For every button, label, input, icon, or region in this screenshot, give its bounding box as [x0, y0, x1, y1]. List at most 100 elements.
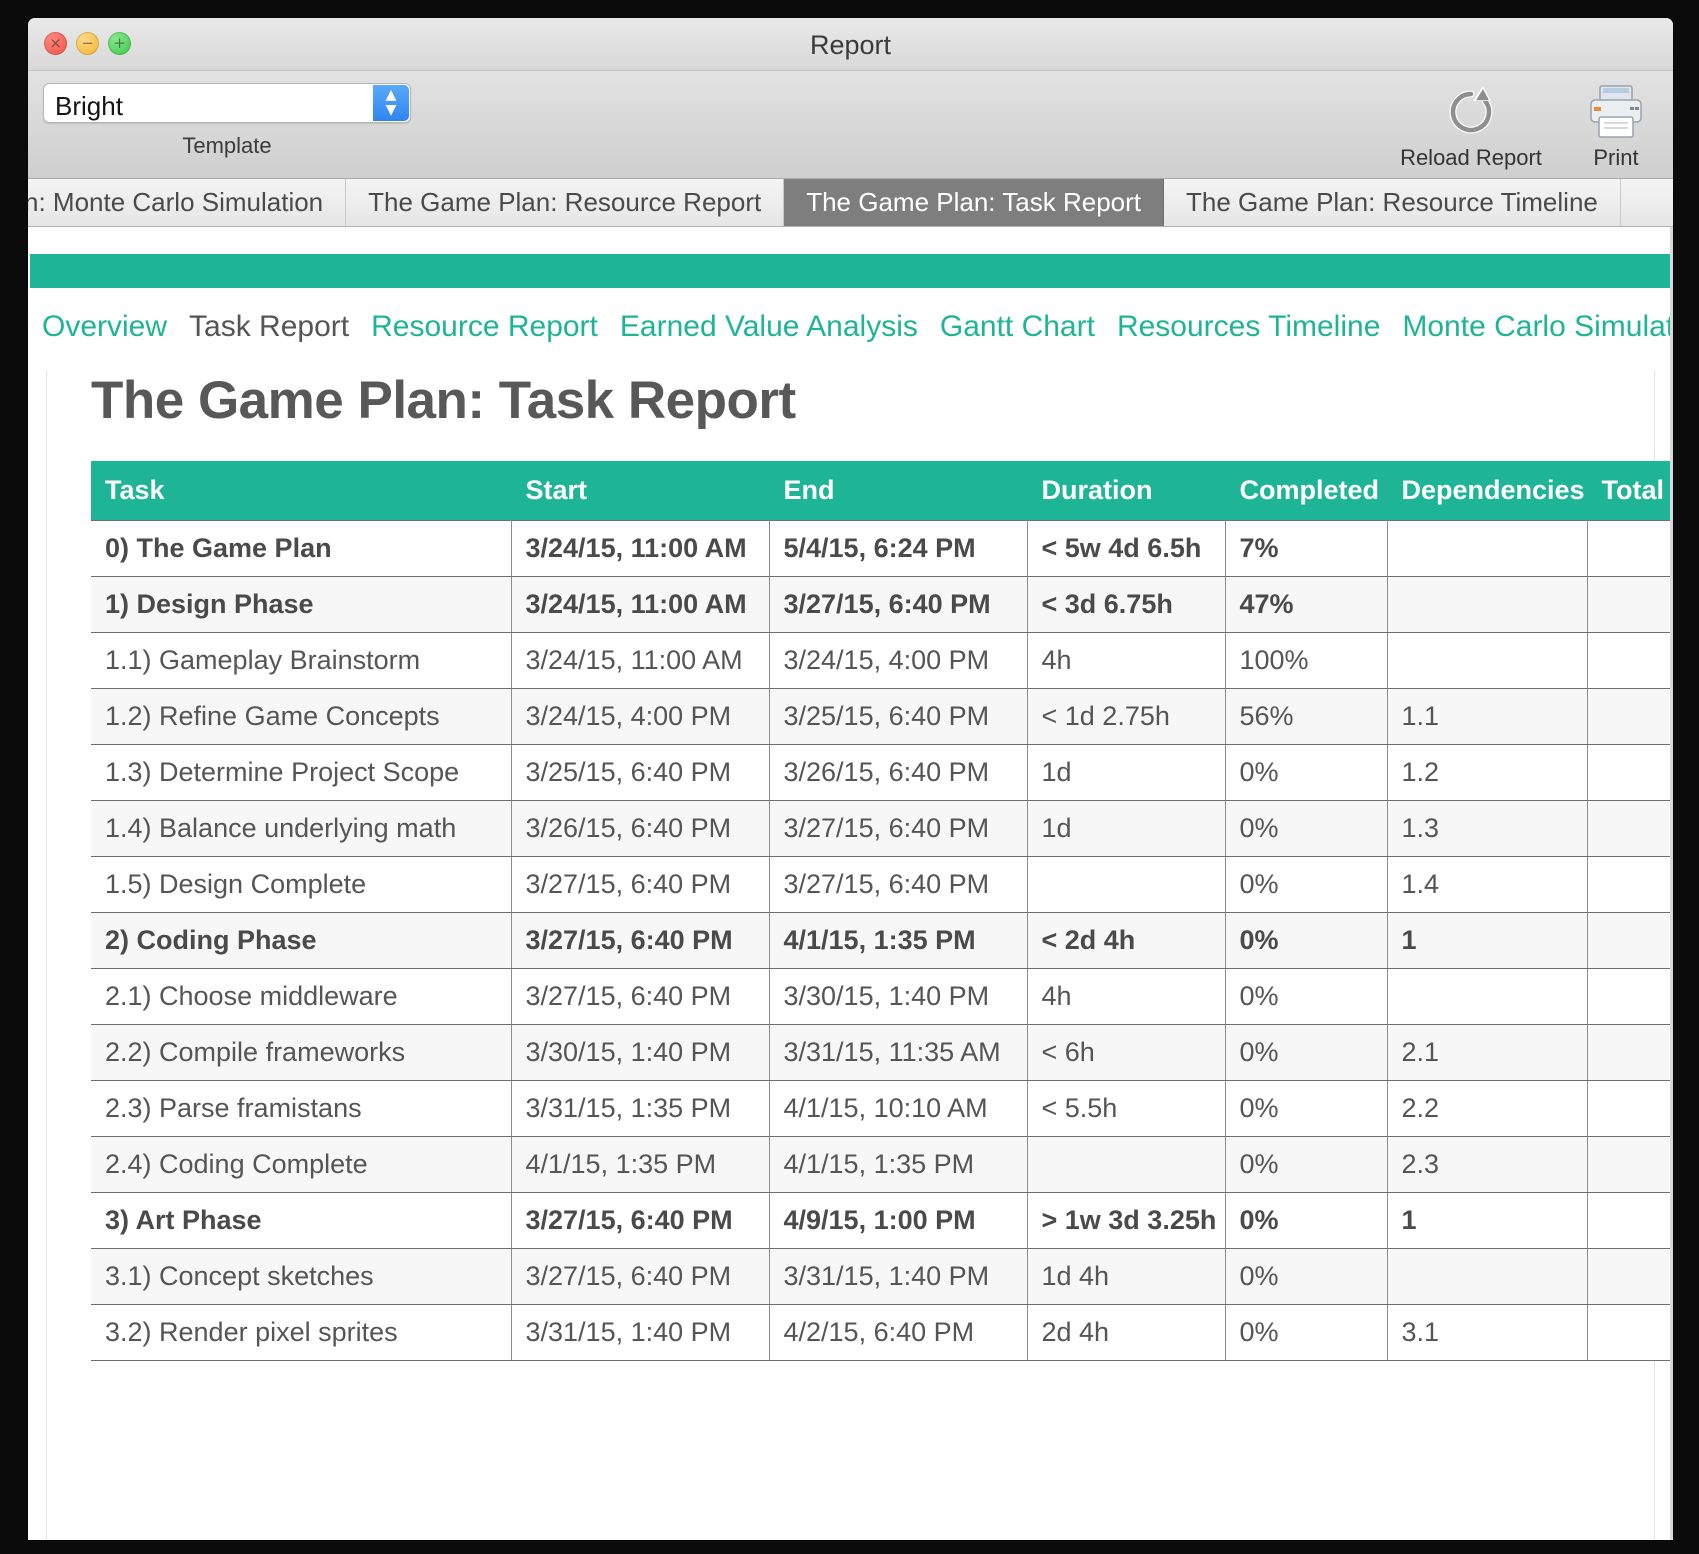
cell-completed: 0%: [1225, 1024, 1388, 1081]
cell-completed: 100%: [1225, 632, 1388, 689]
cell-completed: 0%: [1225, 1248, 1388, 1305]
report-content: Overview Task Report Resource Report Earned…: [28, 227, 1673, 1540]
column-header-task[interactable]: Task: [91, 461, 512, 521]
nav-link-gantt-chart[interactable]: Gantt Chart: [940, 310, 1095, 343]
document-tab-bar: n: Monte Carlo Simulation The Game Plan:…: [28, 179, 1673, 227]
cell-completed: 0%: [1225, 968, 1388, 1025]
cell-duration: < 5.5h: [1027, 1080, 1226, 1137]
tab-resource-report[interactable]: The Game Plan: Resource Report: [346, 179, 785, 226]
cell-total: [1587, 744, 1673, 801]
cell-dependencies: 2.2: [1387, 1080, 1588, 1137]
template-select[interactable]: Bright ▲ ▼: [43, 83, 411, 123]
table-row: 3) Art Phase 3/27/15, 6:40 PM 4/9/15, 1:00…: [91, 1192, 1673, 1249]
cell-total: [1587, 856, 1673, 913]
table-row: 1.1) Gameplay Brainstorm 3/24/15, 11:00 A…: [91, 632, 1673, 689]
tab-task-report[interactable]: The Game Plan: Task Report: [784, 179, 1165, 226]
table-row: 1.3) Determine Project Scope 3/25/15, 6:4…: [91, 744, 1673, 801]
stepper-up-down-icon[interactable]: ▲ ▼: [373, 85, 409, 121]
cell-total: [1587, 1024, 1673, 1081]
print-button[interactable]: Print: [1573, 81, 1659, 171]
cell-end: 3/27/15, 6:40 PM: [769, 576, 1028, 633]
content-scrollbar[interactable]: [1670, 227, 1673, 1540]
cell-dependencies: [1387, 632, 1588, 689]
window-title: Report: [809, 30, 892, 60]
table-row: 1.2) Refine Game Concepts 3/24/15, 4:00 P…: [91, 688, 1673, 745]
column-header-duration[interactable]: Duration: [1027, 461, 1226, 521]
cell-start: 3/27/15, 6:40 PM: [511, 1192, 770, 1249]
cell-end: 3/31/15, 1:40 PM: [769, 1248, 1028, 1305]
task-table-body: 0) The Game Plan 3/24/15, 11:00 AM 5/4/15,…: [91, 520, 1673, 1361]
table-row: 1) Design Phase 3/24/15, 11:00 AM 3/27/15,…: [91, 576, 1673, 633]
cell-end: 3/31/15, 11:35 AM: [769, 1024, 1028, 1081]
cell-start: 3/27/15, 6:40 PM: [511, 912, 770, 969]
cell-total: [1587, 576, 1673, 633]
report-paper: The Game Plan: Task Report Task Start En…: [46, 370, 1673, 1540]
cell-task: 2) Coding Phase: [91, 912, 512, 969]
reload-report-button[interactable]: Reload Report: [1397, 81, 1545, 171]
cell-start: 3/30/15, 1:40 PM: [511, 1024, 770, 1081]
table-row: 1.5) Design Complete 3/27/15, 6:40 PM 3/27…: [91, 856, 1673, 913]
cell-duration: < 1d 2.75h: [1027, 688, 1226, 745]
template-select-value: Bright: [55, 91, 123, 121]
column-header-completed[interactable]: Completed: [1225, 461, 1388, 521]
nav-link-earned-value-analysis[interactable]: Earned Value Analysis: [620, 310, 918, 343]
cell-dependencies: [1387, 1248, 1588, 1305]
column-header-dependencies[interactable]: Dependencies: [1387, 461, 1588, 521]
cell-end: 4/1/15, 1:35 PM: [769, 912, 1028, 969]
table-row: 2.4) Coding Complete 4/1/15, 1:35 PM 4/1/1…: [91, 1136, 1673, 1193]
tab-monte-carlo-simulation[interactable]: n: Monte Carlo Simulation: [28, 179, 347, 226]
tab-resource-timeline[interactable]: The Game Plan: Resource Timeline: [1164, 179, 1621, 226]
toolbar-actions: Reload Report Print: [1397, 81, 1659, 171]
cell-completed: 0%: [1225, 744, 1388, 801]
cell-task: 0) The Game Plan: [91, 520, 512, 577]
cell-end: 3/27/15, 6:40 PM: [769, 800, 1028, 857]
cell-dependencies: 2.3: [1387, 1136, 1588, 1193]
report-window: × − + Report Bright ▲ ▼ Template Reload …: [28, 18, 1673, 1540]
column-header-total[interactable]: Total: [1587, 461, 1673, 521]
table-row: 2.1) Choose middleware 3/27/15, 6:40 PM 3/…: [91, 968, 1673, 1025]
cell-start: 4/1/15, 1:35 PM: [511, 1136, 770, 1193]
cell-completed: 0%: [1225, 912, 1388, 969]
cell-completed: 47%: [1225, 576, 1388, 633]
cell-start: 3/24/15, 11:00 AM: [511, 520, 770, 577]
nav-link-task-report[interactable]: Task Report: [189, 310, 349, 343]
table-row: 1.4) Balance underlying math 3/26/15, 6:4…: [91, 800, 1673, 857]
cell-duration: 1d: [1027, 744, 1226, 801]
cell-completed: 0%: [1225, 800, 1388, 857]
nav-link-monte-carlo-simulation[interactable]: Monte Carlo Simulation: [1402, 310, 1673, 343]
tab-label: n: Monte Carlo Simulation: [28, 187, 324, 217]
cell-total: [1587, 520, 1673, 577]
cell-duration: < 5w 4d 6.5h: [1027, 520, 1226, 577]
cell-dependencies: [1387, 576, 1588, 633]
cell-task: 1.4) Balance underlying math: [91, 800, 512, 857]
cell-completed: 0%: [1225, 1136, 1388, 1193]
cell-end: 4/2/15, 6:40 PM: [769, 1304, 1028, 1361]
cell-dependencies: 1: [1387, 1192, 1588, 1249]
cell-start: 3/27/15, 6:40 PM: [511, 1248, 770, 1305]
cell-end: 4/9/15, 1:00 PM: [769, 1192, 1028, 1249]
table-header-row: Task Start End Duration Completed Depend…: [91, 461, 1673, 521]
cell-dependencies: 1.2: [1387, 744, 1588, 801]
reload-report-label: Reload Report: [1400, 145, 1542, 170]
table-row: 2) Coding Phase 3/27/15, 6:40 PM 4/1/15, 1…: [91, 912, 1673, 969]
column-header-end[interactable]: End: [769, 461, 1028, 521]
cell-end: 3/30/15, 1:40 PM: [769, 968, 1028, 1025]
nav-link-overview[interactable]: Overview: [42, 310, 167, 343]
nav-link-resource-report[interactable]: Resource Report: [371, 310, 598, 343]
cell-task: 2.3) Parse framistans: [91, 1080, 512, 1137]
page-title: The Game Plan: Task Report: [91, 371, 796, 430]
cell-end: 3/24/15, 4:00 PM: [769, 632, 1028, 689]
screen: × − + Report Bright ▲ ▼ Template Reload …: [0, 0, 1699, 1554]
cell-dependencies: 2.1: [1387, 1024, 1588, 1081]
nav-link-resources-timeline[interactable]: Resources Timeline: [1117, 310, 1380, 343]
cell-end: 3/25/15, 6:40 PM: [769, 688, 1028, 745]
table-row: 2.3) Parse framistans 3/31/15, 1:35 PM 4/1…: [91, 1080, 1673, 1137]
cell-start: 3/26/15, 6:40 PM: [511, 800, 770, 857]
column-header-start[interactable]: Start: [511, 461, 770, 521]
cell-total: [1587, 1080, 1673, 1137]
cell-dependencies: [1387, 968, 1588, 1025]
cell-total: [1587, 1136, 1673, 1193]
cell-dependencies: 1.3: [1387, 800, 1588, 857]
cell-completed: 0%: [1225, 1304, 1388, 1361]
cell-total: [1587, 800, 1673, 857]
